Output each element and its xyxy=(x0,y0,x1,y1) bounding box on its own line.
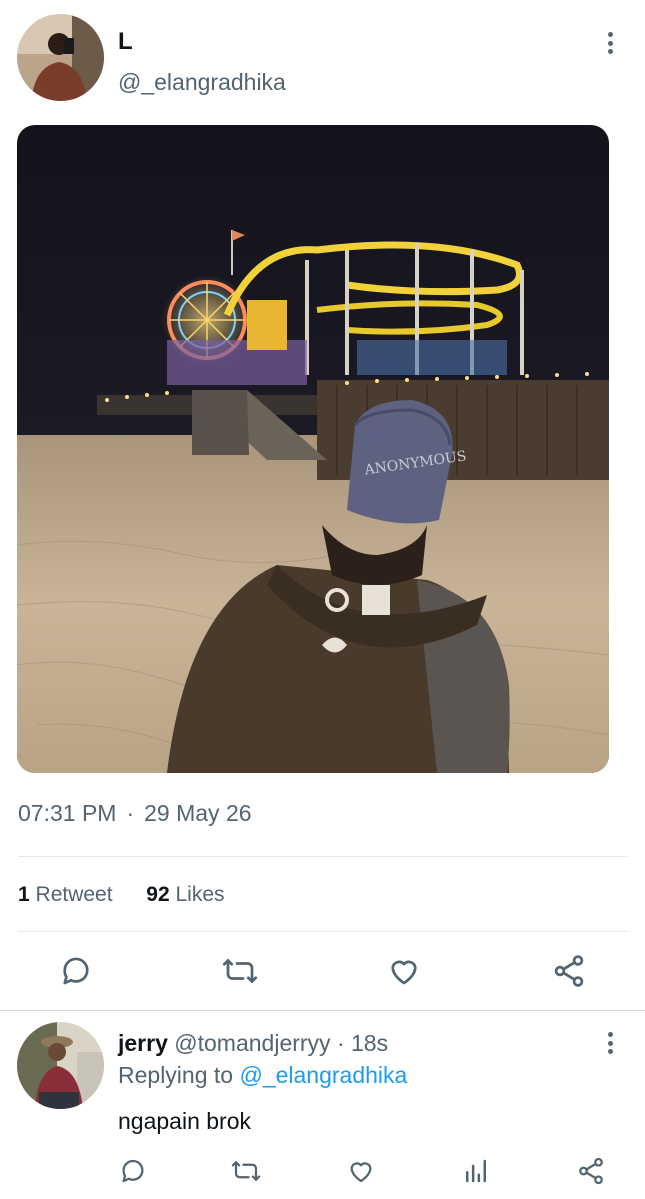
retweet-count[interactable]: 1 xyxy=(18,883,30,906)
analytics-icon[interactable] xyxy=(461,1156,491,1186)
reply-icon[interactable] xyxy=(58,953,94,989)
like-label[interactable]: Likes xyxy=(175,883,224,906)
replying-to: Replying to @_elangradhika xyxy=(118,1062,407,1089)
tweet-time: 07:31 PM xyxy=(18,800,117,826)
reply-avatar[interactable] xyxy=(17,1022,104,1109)
retweet-icon[interactable] xyxy=(222,953,258,989)
share-icon[interactable] xyxy=(576,1156,606,1186)
reply-more-options-icon[interactable] xyxy=(598,1030,622,1056)
reply-icon[interactable] xyxy=(118,1156,148,1186)
author-avatar[interactable] xyxy=(17,14,104,101)
reply-text: ngapain brok xyxy=(118,1108,251,1134)
reply-author-handle[interactable]: @tomandjerryy xyxy=(174,1030,330,1056)
section-divider xyxy=(0,1010,645,1011)
retweet-label[interactable]: Retweet xyxy=(36,883,113,906)
tweet-stats: 1 Retweet 92 Likes xyxy=(18,883,225,907)
reply-author-name[interactable]: jerry xyxy=(118,1030,168,1056)
reply-header: jerry @tomandjerryy · 18s xyxy=(118,1030,388,1057)
replying-prefix: Replying to xyxy=(118,1062,234,1088)
reply-age: 18s xyxy=(351,1030,389,1056)
replying-to-link[interactable]: @_elangradhika xyxy=(239,1062,407,1088)
retweet-icon[interactable] xyxy=(231,1156,261,1186)
share-icon[interactable] xyxy=(551,953,587,989)
tweet-date: 29 May 26 xyxy=(144,800,252,826)
reply-dot: · xyxy=(336,1030,345,1056)
more-options-icon[interactable] xyxy=(598,30,622,56)
divider xyxy=(18,856,628,857)
like-count[interactable]: 92 xyxy=(146,883,169,906)
like-icon[interactable] xyxy=(386,953,422,989)
tweet-timestamp: 07:31 PM · 29 May 26 xyxy=(18,800,252,827)
like-icon[interactable] xyxy=(346,1156,376,1186)
timestamp-separator: · xyxy=(126,800,135,826)
author-handle[interactable]: @_elangradhika xyxy=(118,69,286,96)
author-name[interactable]: L xyxy=(118,28,133,56)
divider xyxy=(18,931,628,932)
tweet-photo[interactable]: ANONYMOUS xyxy=(17,125,609,773)
